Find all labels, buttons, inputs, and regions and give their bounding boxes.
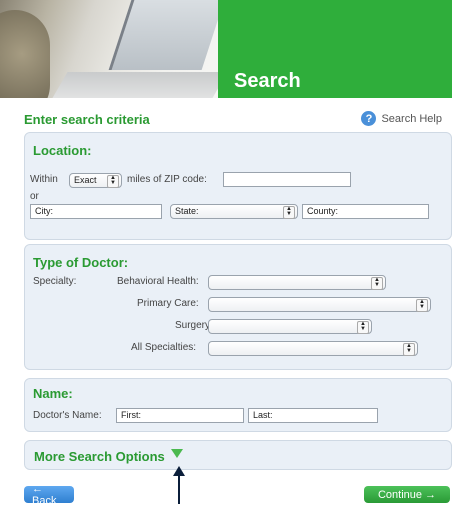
chevron-updown-icon: ▲ ▼ [371, 277, 383, 290]
pointer-arrow-line [178, 474, 180, 504]
state-select[interactable]: State: ▲ ▼ [170, 204, 298, 219]
more-search-options-link[interactable]: More Search Options [34, 449, 165, 464]
county-input[interactable]: County: [302, 204, 429, 219]
first-name-input[interactable]: First: [116, 408, 244, 423]
within-select-value: Exact [74, 175, 97, 185]
location-panel: Location: Within Exact ▲ ▼ miles of ZIP c… [24, 132, 452, 240]
continue-button[interactable]: Continue → [364, 486, 450, 503]
criteria-heading: Enter search criteria [24, 112, 150, 127]
help-icon: ? [361, 111, 377, 126]
search-help-label: Search Help [381, 112, 442, 125]
back-button[interactable]: ← Back [24, 483, 74, 507]
last-name-input[interactable]: Last: [248, 408, 378, 423]
doctor-name-label: Doctor's Name: [33, 410, 102, 421]
all-specialties-select[interactable]: ▲ ▼ [208, 341, 418, 356]
chevron-updown-icon: ▲ ▼ [416, 299, 428, 312]
behavioral-health-select[interactable]: ▲ ▼ [208, 275, 386, 290]
chevron-updown-icon: ▲ ▼ [283, 206, 295, 219]
expand-arrow-icon[interactable] [171, 449, 183, 458]
primary-care-label: Primary Care: [137, 298, 199, 309]
location-title: Location: [33, 143, 92, 158]
chevron-updown-icon: ▲ ▼ [357, 321, 369, 334]
surgery-select[interactable]: ▲ ▼ [208, 319, 372, 334]
doctor-type-panel: Type of Doctor: Specialty: Behavioral He… [24, 244, 452, 370]
name-panel: Name: Doctor's Name: First: Last: [24, 378, 452, 432]
within-select[interactable]: Exact ▲ ▼ [69, 173, 122, 188]
state-select-value: State: [175, 206, 199, 216]
primary-care-select[interactable]: ▲ ▼ [208, 297, 431, 312]
all-specialties-label: All Specialties: [131, 342, 197, 353]
name-title: Name: [33, 386, 73, 401]
within-label: Within [30, 174, 58, 185]
miles-label: miles of ZIP code: [127, 174, 207, 185]
page-title: Search [234, 70, 301, 92]
zip-input[interactable] [223, 172, 351, 187]
behavioral-health-label: Behavioral Health: [117, 276, 199, 287]
city-input[interactable]: City: [30, 204, 162, 219]
specialty-label: Specialty: [33, 276, 77, 287]
doctor-type-title: Type of Doctor: [33, 255, 129, 270]
search-help-link[interactable]: ? Search Help [361, 111, 442, 126]
header-banner: Search [0, 0, 452, 98]
chevron-updown-icon: ▲ ▼ [107, 175, 119, 188]
or-label: or [30, 191, 39, 202]
header-photo [0, 0, 218, 98]
chevron-updown-icon: ▲ ▼ [403, 343, 415, 356]
